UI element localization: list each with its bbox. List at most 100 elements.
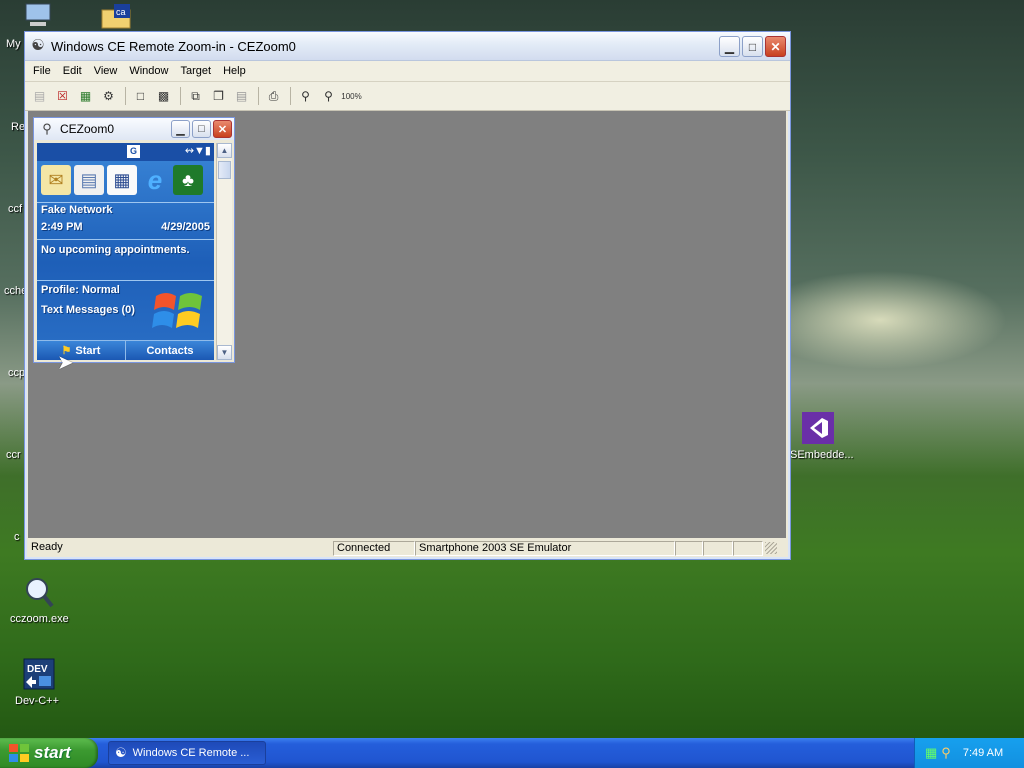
statusbar: Ready Connected Smartphone 2003 SE Emula… xyxy=(28,539,787,557)
start-label: start xyxy=(34,743,71,762)
cezoom-main-window: ☯ Windows CE Remote Zoom-in - CEZoom0 ▁ … xyxy=(24,31,791,560)
taskbar-item-cezoom[interactable]: ☯ Windows CE Remote ... xyxy=(108,741,266,765)
disconnect-icon[interactable]: ☒ xyxy=(52,86,73,107)
dev-cpp-icon[interactable]: DEV xyxy=(23,658,55,690)
contacts-card-icon[interactable]: ▤ xyxy=(74,165,104,195)
ca-folder-icon[interactable]: ca xyxy=(100,2,132,34)
window-title: Windows CE Remote Zoom-in - CEZoom0 xyxy=(51,38,296,54)
child-maximize-button[interactable]: □ xyxy=(192,120,211,138)
status-connected: Connected xyxy=(333,540,415,556)
desktop-label-c[interactable]: c xyxy=(14,531,20,543)
status-device: Smartphone 2003 SE Emulator xyxy=(415,540,675,556)
connect-target-icon[interactable]: ▦ xyxy=(75,86,96,107)
desktop-label-devcpp[interactable]: Dev-C++ xyxy=(15,695,59,707)
zoom-out-icon[interactable]: ⚲ xyxy=(318,86,339,107)
connect-icon[interactable]: ▤ xyxy=(29,86,50,107)
desktop-label-re[interactable]: Re xyxy=(11,121,25,133)
windows-logo-icon xyxy=(9,744,29,762)
status-empty-1 xyxy=(675,540,703,556)
menubar: File Edit View Window Target Help xyxy=(25,61,790,82)
minimize-button[interactable]: ▁ xyxy=(719,36,740,57)
resize-grip-icon[interactable] xyxy=(765,542,777,554)
status-empty-3 xyxy=(733,540,763,556)
close-button[interactable]: ✕ xyxy=(765,36,786,57)
my-computer-icon[interactable] xyxy=(22,2,54,34)
print-icon[interactable]: ⎙ xyxy=(263,86,284,107)
settings-icon[interactable]: ⚙ xyxy=(98,86,119,107)
device-screen[interactable]: G ↭▼▮ ✉ ▤ ▦ e ♣ Fake Network 2:49 PM 4/2… xyxy=(37,143,214,360)
copy-window-icon[interactable]: ❐ xyxy=(208,86,229,107)
scroll-down-button[interactable]: ▼ xyxy=(217,345,232,360)
desktop-label-sembedded[interactable]: SEmbedde... xyxy=(790,449,854,461)
clock[interactable]: 7:49 AM xyxy=(963,747,1003,759)
taskbar: start ☯ Windows CE Remote ... ▦ ⚲ 7:49 A… xyxy=(0,738,1024,768)
desktop-label-ccf[interactable]: ccf xyxy=(8,203,22,215)
device-time: 2:49 PM xyxy=(41,221,83,233)
app-icon-strip: ✉ ▤ ▦ e ♣ xyxy=(41,165,203,195)
desktop-label-my[interactable]: My xyxy=(6,38,21,50)
copy-icon[interactable]: ⧉ xyxy=(185,86,206,107)
device-scrollbar[interactable]: ▲ ▼ xyxy=(216,143,232,360)
system-tray: ▦ ⚲ 7:49 AM xyxy=(914,738,1024,768)
child-title: CEZoom0 xyxy=(60,122,115,136)
child-close-button[interactable]: ✕ xyxy=(213,120,232,138)
menu-edit[interactable]: Edit xyxy=(57,65,88,77)
scroll-up-button[interactable]: ▲ xyxy=(217,143,232,158)
device-divider xyxy=(37,202,214,203)
softkey-start[interactable]: ⚑ Start xyxy=(37,341,125,360)
mail-icon[interactable]: ✉ xyxy=(41,165,71,195)
games-icon[interactable]: ♣ xyxy=(173,165,203,195)
zoom-in-icon[interactable]: ⚲ xyxy=(295,86,316,107)
desktop-label-ccp[interactable]: ccp xyxy=(8,367,25,379)
new-file-icon[interactable]: □ xyxy=(130,86,151,107)
network-tray-icon[interactable]: ▦ xyxy=(925,745,937,761)
save-icon[interactable]: ▩ xyxy=(153,86,174,107)
cczoom-exe-icon[interactable] xyxy=(22,576,54,608)
menu-target[interactable]: Target xyxy=(174,65,217,77)
gprs-badge: G xyxy=(127,145,140,158)
device-divider xyxy=(37,239,214,240)
softkey-start-label: Start xyxy=(75,344,101,357)
device-date: 4/29/2005 xyxy=(161,221,210,233)
mouse-cursor-icon: ➤ xyxy=(57,352,74,374)
device-divider xyxy=(37,280,214,281)
softkey-contacts[interactable]: Contacts xyxy=(125,341,214,360)
internet-explorer-icon[interactable]: e xyxy=(140,165,170,195)
toolbar-separator xyxy=(125,87,126,105)
desktop-label-cczoom[interactable]: cczoom.exe xyxy=(10,613,69,625)
toolbar-separator xyxy=(180,87,181,105)
taskbar-item-label: Windows CE Remote ... xyxy=(132,747,250,759)
status-empty-2 xyxy=(703,540,733,556)
svg-text:DEV: DEV xyxy=(27,664,48,675)
status-ready: Ready xyxy=(31,540,63,553)
main-titlebar[interactable]: ☯ Windows CE Remote Zoom-in - CEZoom0 ▁ … xyxy=(25,32,790,61)
toolbar-separator xyxy=(290,87,291,105)
cezoom-task-icon: ☯ xyxy=(115,745,127,760)
menu-window[interactable]: Window xyxy=(123,65,174,77)
profile-text: Profile: Normal xyxy=(41,284,120,296)
zoom-tray-icon[interactable]: ⚲ xyxy=(941,745,951,761)
device-status-bar: G ↭▼▮ xyxy=(37,143,214,161)
sembedded-icon[interactable] xyxy=(802,412,834,444)
scroll-thumb[interactable] xyxy=(218,161,231,179)
cezoom-app-icon: ☯ xyxy=(31,37,45,54)
desktop-label-ccr[interactable]: ccr xyxy=(6,449,21,461)
zoom-100-icon[interactable]: 100% xyxy=(341,86,362,107)
mdi-client-area: ⚲ CEZoom0 ▁ □ ✕ G ↭▼▮ ✉ ▤ ▦ e ♣ Fake Net… xyxy=(28,111,786,538)
magnifier-icon: ⚲ xyxy=(42,121,52,136)
softkey-contacts-label: Contacts xyxy=(146,344,194,357)
svg-text:ca: ca xyxy=(116,7,126,17)
maximize-button[interactable]: □ xyxy=(742,36,763,57)
menu-file[interactable]: File xyxy=(27,65,57,77)
calendar-icon[interactable]: ▦ xyxy=(107,165,137,195)
windows-flag-logo xyxy=(152,293,202,328)
start-button[interactable]: start xyxy=(0,738,98,768)
menu-view[interactable]: View xyxy=(88,65,124,77)
network-name: Fake Network xyxy=(41,204,113,216)
toolbar-separator xyxy=(258,87,259,105)
child-minimize-button[interactable]: ▁ xyxy=(171,120,190,138)
paste-icon[interactable]: ▤ xyxy=(231,86,252,107)
menu-help[interactable]: Help xyxy=(217,65,252,77)
child-titlebar[interactable]: ⚲ CEZoom0 ▁ □ ✕ xyxy=(34,118,234,140)
text-messages: Text Messages (0) xyxy=(41,304,135,316)
